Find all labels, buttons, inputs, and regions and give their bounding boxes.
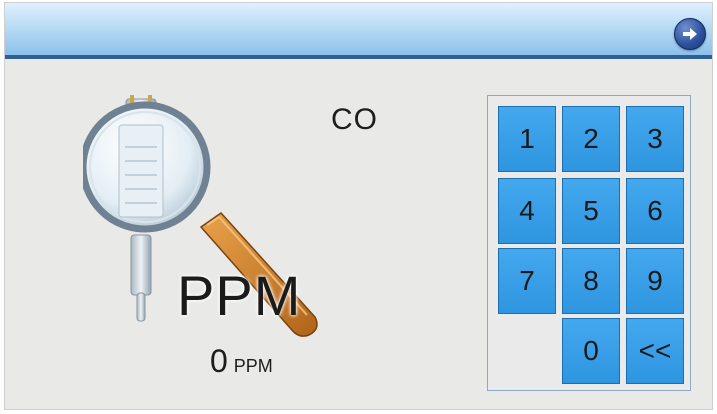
key-0[interactable]: 0 [562, 318, 620, 384]
backspace-key[interactable]: << [626, 318, 684, 384]
key-7[interactable]: 7 [498, 248, 556, 314]
ppm-reading: 0 PPM [210, 343, 273, 380]
key-5[interactable]: 5 [562, 178, 620, 244]
next-button[interactable] [674, 18, 706, 50]
key-1[interactable]: 1 [498, 106, 556, 172]
gas-name: CO [331, 103, 378, 136]
key-4[interactable]: 4 [498, 178, 556, 244]
device-screen: CO PPM 0 PPM 1 2 3 4 5 6 7 8 9 0 << [4, 2, 713, 410]
key-6[interactable]: 6 [626, 178, 684, 244]
title-bar [5, 3, 712, 59]
reading-value: 0 [210, 343, 228, 379]
probe-label: PPM [177, 264, 302, 327]
key-9[interactable]: 9 [626, 248, 684, 314]
key-3[interactable]: 3 [626, 106, 684, 172]
reading-unit: PPM [233, 356, 273, 376]
arrow-right-icon [683, 28, 697, 40]
numeric-keypad: 1 2 3 4 5 6 7 8 9 0 << [487, 95, 691, 391]
key-2[interactable]: 2 [562, 106, 620, 172]
key-8[interactable]: 8 [562, 248, 620, 314]
